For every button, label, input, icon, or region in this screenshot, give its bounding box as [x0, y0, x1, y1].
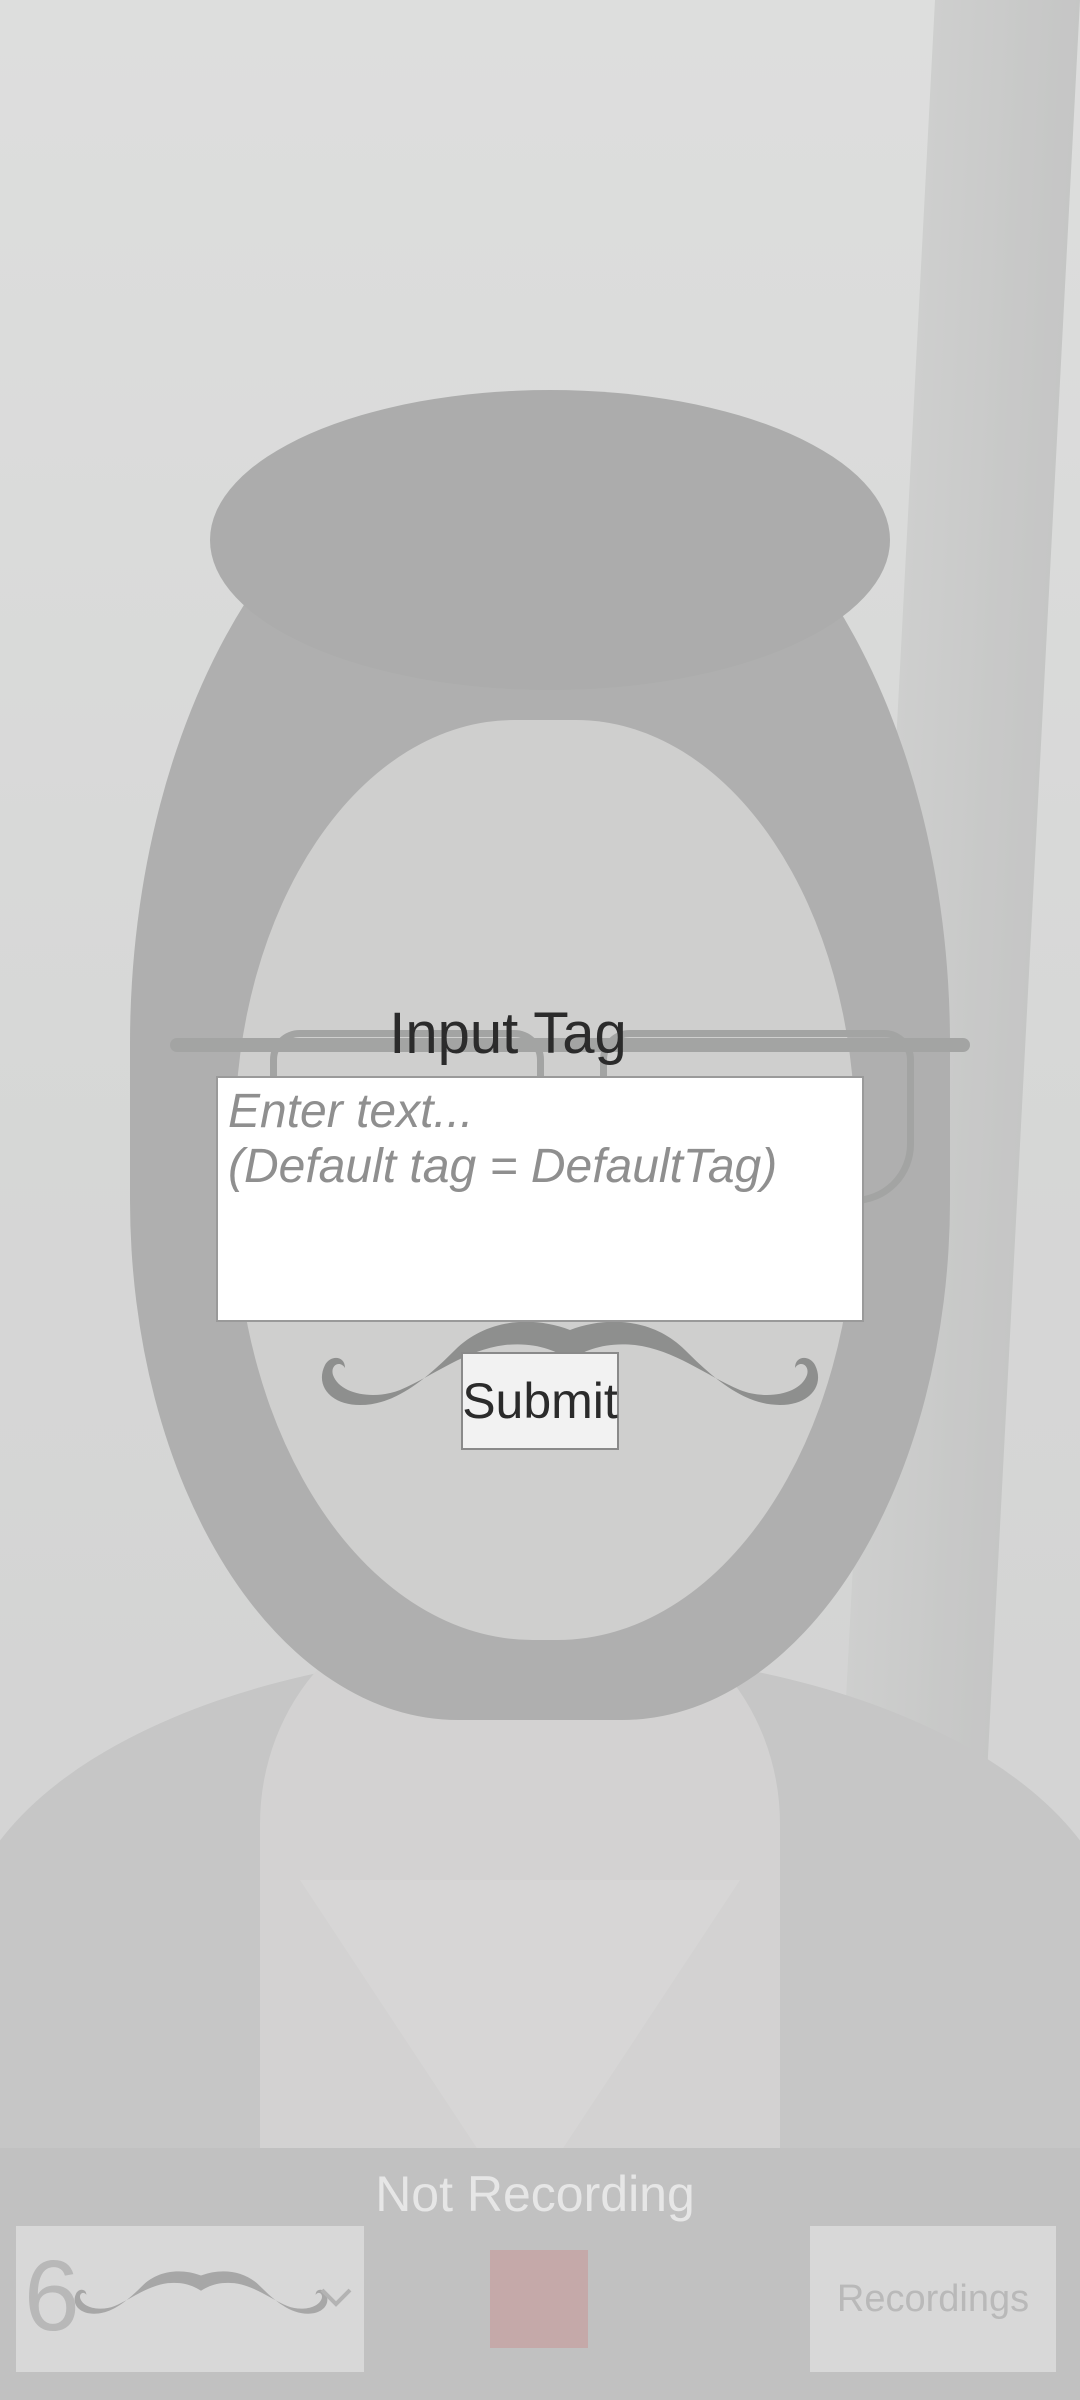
chevron-down-icon: [320, 2288, 352, 2307]
filter-selector[interactable]: 6: [16, 2226, 364, 2372]
record-button[interactable]: [490, 2250, 588, 2348]
camera-preview: [0, 0, 1080, 2150]
recordings-button[interactable]: Recordings: [810, 2226, 1056, 2372]
dim-overlay: [0, 0, 1080, 2150]
recording-status: Not Recording: [375, 2166, 695, 2222]
mustache-icon: [74, 2271, 328, 2314]
submit-button[interactable]: Submit: [461, 1352, 619, 1450]
tag-input[interactable]: [216, 1076, 864, 1322]
dialog-title: Input Tag: [389, 1001, 627, 1066]
